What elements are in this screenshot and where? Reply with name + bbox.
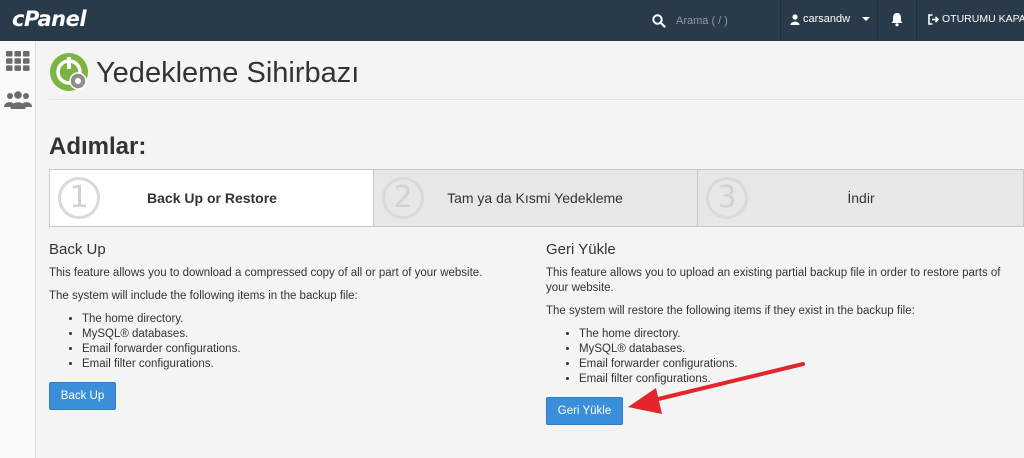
annotation-arrow (628, 362, 805, 414)
